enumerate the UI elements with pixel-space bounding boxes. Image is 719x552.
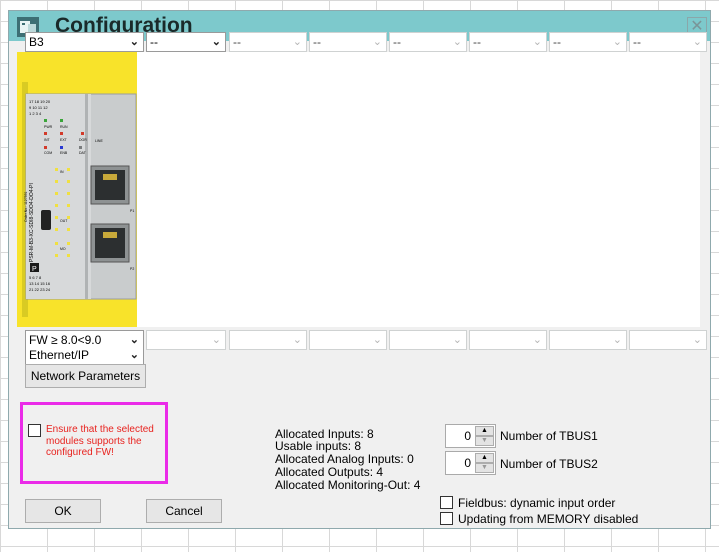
- io-label: IN: [60, 170, 64, 174]
- tbus2-value: 0: [464, 456, 471, 470]
- chevron-down-icon: ⌄: [129, 36, 139, 48]
- slot-select-7[interactable]: -- ⌄: [629, 32, 707, 52]
- module-select[interactable]: B3 ⌄: [25, 32, 144, 52]
- decrement-icon[interactable]: ▼: [475, 436, 494, 446]
- ok-button[interactable]: OK: [25, 499, 101, 523]
- terminal-row: 1 2 3 4: [29, 111, 42, 116]
- slot-select-6[interactable]: -- ⌄: [549, 32, 627, 52]
- slot-select-value: --: [473, 35, 481, 49]
- protocol-select-value: Ethernet/IP: [29, 348, 90, 362]
- decrement-icon[interactable]: ▼: [475, 463, 494, 473]
- module-select-value: B3: [29, 35, 44, 49]
- chevron-down-icon: ⌄: [292, 334, 302, 346]
- module-workspace: [137, 52, 700, 327]
- chevron-down-icon: ⌄: [452, 334, 462, 346]
- port-label: P2: [130, 267, 134, 271]
- ethernet-port-icon: [90, 165, 130, 205]
- led-label: DAT: [79, 151, 87, 155]
- chevron-down-icon: ⌄: [612, 36, 622, 48]
- terminal-row: 5 6 7 8: [29, 275, 42, 280]
- tbus2-stepper[interactable]: 0 ▲ ▼: [445, 451, 496, 475]
- chevron-down-icon: ⌄: [129, 349, 139, 361]
- io-label: MO: [60, 247, 66, 251]
- chevron-down-icon: ⌄: [372, 36, 382, 48]
- memory-update-disabled-checkbox[interactable]: [440, 512, 453, 525]
- fw-slot-select-3[interactable]: ⌄: [309, 330, 387, 350]
- fw-slot-select-6[interactable]: ⌄: [549, 330, 627, 350]
- slot-select-4[interactable]: -- ⌄: [389, 32, 467, 52]
- slot-select-value: --: [393, 35, 401, 49]
- usable-inputs: Usable inputs: 8: [275, 439, 362, 453]
- cancel-button[interactable]: Cancel: [146, 499, 222, 523]
- tbus2-label: Number of TBUS2: [500, 457, 598, 471]
- memory-update-disabled-label: Updating from MEMORY disabled: [458, 512, 639, 526]
- safety-relay-module-image: 17 18 19 20 9 10 11 12 1 2 3 4 PWR RUN I…: [22, 82, 137, 317]
- terminal-row: 21 22 23 24: [29, 287, 51, 292]
- led-label: INT: [44, 138, 51, 142]
- brand-logo: P: [32, 266, 37, 273]
- chevron-down-icon: ⌄: [372, 334, 382, 346]
- led-label: COM: [44, 151, 52, 155]
- port-label: P1: [130, 209, 134, 213]
- slot-select-value: --: [313, 35, 321, 49]
- chevron-down-icon: ⌄: [532, 36, 542, 48]
- module-slot-area: 17 18 19 20 9 10 11 12 1 2 3 4 PWR RUN I…: [17, 52, 137, 327]
- fw-slot-select-4[interactable]: ⌄: [389, 330, 467, 350]
- chevron-down-icon: ⌄: [612, 334, 622, 346]
- led-label: RUN: [60, 125, 68, 129]
- tbus1-stepper[interactable]: 0 ▲ ▼: [445, 424, 496, 448]
- fw-slot-select-5[interactable]: ⌄: [469, 330, 547, 350]
- fieldbus-dynamic-order-label: Fieldbus: dynamic input order: [458, 496, 616, 510]
- slot-select-2[interactable]: -- ⌄: [229, 32, 307, 52]
- increment-icon[interactable]: ▲: [475, 453, 494, 463]
- terminal-row: 9 10 11 12: [29, 105, 48, 110]
- chevron-down-icon: ⌄: [692, 36, 702, 48]
- order-number: Order.No.: 1127591: [24, 191, 28, 222]
- slot-select-3[interactable]: -- ⌄: [309, 32, 387, 52]
- allocated-monitoring-out: Allocated Monitoring-Out: 4: [275, 478, 421, 492]
- chevron-down-icon: ⌄: [452, 36, 462, 48]
- chevron-down-icon: ⌄: [211, 334, 221, 346]
- tbus1-value: 0: [464, 429, 471, 443]
- allocated-analog-inputs: Allocated Analog Inputs: 0: [275, 452, 414, 466]
- chevron-down-icon: ⌄: [532, 334, 542, 346]
- ethernet-port-icon: [90, 223, 130, 263]
- chevron-down-icon: ⌄: [692, 334, 702, 346]
- fieldbus-dynamic-order-checkbox[interactable]: [440, 496, 453, 509]
- slot-select-value: --: [150, 35, 158, 49]
- io-label: OUT: [60, 219, 68, 223]
- firmware-warning-text: Ensure that the selected modules support…: [46, 424, 154, 458]
- firmware-ack-checkbox[interactable]: [28, 424, 41, 437]
- terminal-row: 17 18 19 20: [29, 99, 51, 104]
- led-label: ENB: [60, 151, 68, 155]
- led-label: DGR: [79, 138, 87, 142]
- network-parameters-button[interactable]: Network Parameters: [25, 364, 146, 388]
- led-label: LINE: [95, 139, 103, 143]
- fw-slot-select-7[interactable]: ⌄: [629, 330, 707, 350]
- fw-slot-select-1[interactable]: ⌄: [146, 330, 226, 350]
- slot-select-value: --: [553, 35, 561, 49]
- led-label: PWR: [44, 125, 53, 129]
- slot-select-value: --: [633, 35, 641, 49]
- tbus1-label: Number of TBUS1: [500, 429, 598, 443]
- chevron-down-icon: ⌄: [292, 36, 302, 48]
- protocol-select[interactable]: Ethernet/IP ⌄: [25, 346, 144, 366]
- slot-select-value: --: [233, 35, 241, 49]
- fw-slot-select-2[interactable]: ⌄: [229, 330, 307, 350]
- slot-select-1[interactable]: -- ⌄: [146, 32, 226, 52]
- firmware-select-value: FW ≥ 8.0<9.0: [29, 333, 102, 347]
- module-label: PSR-M-B3-XC-SDI8-SDO4-DO4-PI: [29, 183, 35, 262]
- slot-select-5[interactable]: -- ⌄: [469, 32, 547, 52]
- terminal-row: 13 14 15 16: [29, 281, 51, 286]
- chevron-down-icon: ⌄: [211, 36, 221, 48]
- increment-icon[interactable]: ▲: [475, 426, 494, 436]
- led-label: EXT: [60, 138, 68, 142]
- allocated-outputs: Allocated Outputs: 4: [275, 465, 384, 479]
